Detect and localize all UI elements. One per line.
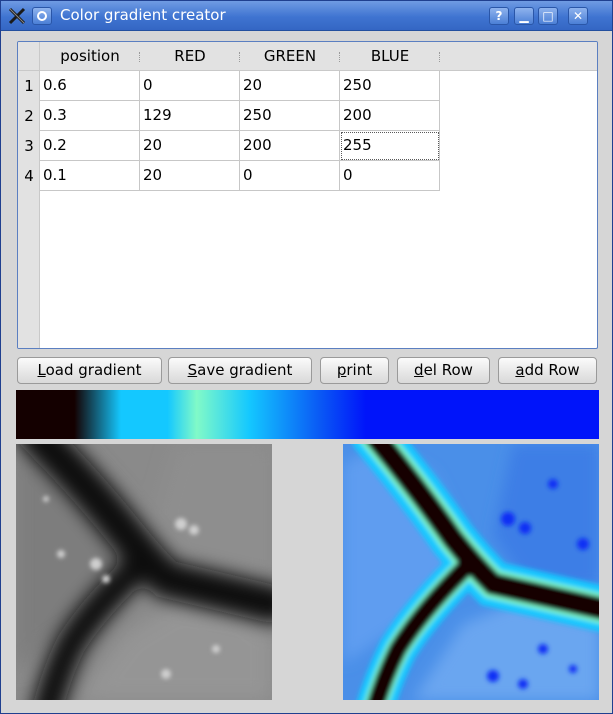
row-header-4[interactable]: 4 — [18, 161, 40, 191]
cell-red[interactable]: 20 — [140, 131, 240, 161]
row-header-2[interactable]: 2 — [18, 101, 40, 131]
app-icon[interactable] — [7, 6, 27, 26]
cell-position[interactable]: 0.1 — [40, 161, 140, 191]
column-header-green[interactable]: GREEN — [240, 42, 340, 71]
cell-position[interactable]: 0.6 — [40, 71, 140, 101]
cell-blue[interactable]: 250 — [340, 71, 440, 101]
print-button[interactable]: print — [320, 357, 389, 384]
minimize-icon: ▁ — [519, 9, 529, 23]
cell-green[interactable]: 250 — [240, 101, 340, 131]
cell-position[interactable]: 0.3 — [40, 101, 140, 131]
save-gradient-label: Save gradient — [187, 361, 293, 379]
row-header-1[interactable]: 1 — [18, 71, 40, 101]
load-gradient-label: Load gradient — [37, 361, 142, 379]
close-button[interactable]: ✕ — [568, 7, 588, 25]
cell-red[interactable]: 129 — [140, 101, 240, 131]
column-header-red[interactable]: RED — [140, 42, 240, 71]
cell-red[interactable]: 20 — [140, 161, 240, 191]
del-row-button[interactable]: del Row — [397, 357, 490, 384]
maximize-icon: □ — [542, 9, 554, 23]
load-gradient-button[interactable]: Load gradient — [17, 357, 162, 384]
title-bar[interactable]: Color gradient creator ? ▁ □ ✕ — [1, 1, 612, 31]
add-row-button[interactable]: add Row — [498, 357, 597, 384]
gradient-table[interactable]: position RED GREEN BLUE 1 2 3 4 0.6 0 20… — [17, 41, 598, 349]
table-corner[interactable] — [18, 42, 40, 71]
close-icon: ✕ — [572, 9, 584, 23]
window-title: Color gradient creator — [60, 6, 226, 24]
column-separator[interactable] — [439, 52, 441, 62]
del-row-label: del Row — [414, 361, 473, 379]
cell-blue[interactable]: 200 — [340, 101, 440, 131]
column-header-blue[interactable]: BLUE — [340, 42, 440, 71]
cell-green[interactable]: 200 — [240, 131, 340, 161]
help-icon: ? — [495, 9, 503, 23]
window-menu-icon[interactable] — [32, 7, 52, 25]
maximize-button[interactable]: □ — [538, 7, 558, 25]
colored-result-image — [343, 444, 599, 700]
grayscale-source-image — [16, 444, 272, 700]
column-header-position[interactable]: position — [40, 42, 140, 71]
main-window: Color gradient creator ? ▁ □ ✕ position … — [0, 0, 613, 714]
cell-green[interactable]: 20 — [240, 71, 340, 101]
cell-blue[interactable]: 0 — [340, 161, 440, 191]
row-header-3[interactable]: 3 — [18, 131, 40, 161]
cell-red[interactable]: 0 — [140, 71, 240, 101]
save-gradient-button[interactable]: Save gradient — [168, 357, 312, 384]
help-button[interactable]: ? — [489, 7, 509, 25]
cell-green[interactable]: 0 — [240, 161, 340, 191]
add-row-label: add Row — [515, 361, 580, 379]
minimize-button[interactable]: ▁ — [514, 7, 534, 25]
cell-position[interactable]: 0.2 — [40, 131, 140, 161]
gradient-preview-bar — [16, 390, 599, 439]
cell-blue[interactable]: 255 — [340, 131, 440, 161]
print-label: print — [336, 361, 373, 379]
